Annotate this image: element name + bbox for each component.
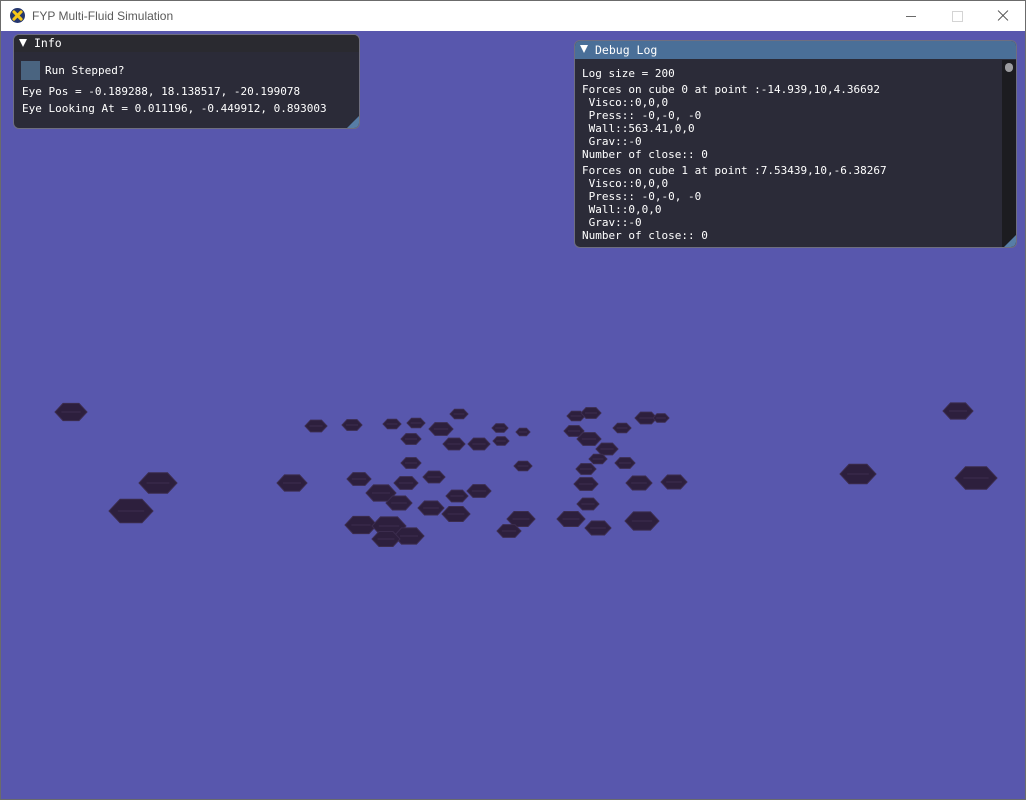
maximize-button[interactable]: [934, 1, 980, 31]
particle-cube: [393, 476, 419, 490]
particle-cube: [466, 484, 492, 498]
log-line: Log size = 200: [582, 67, 675, 80]
particle-cube: [442, 437, 466, 451]
particle-cube: [496, 524, 522, 538]
log-scrollbar[interactable]: [1002, 60, 1016, 247]
particle-cube: [942, 402, 974, 420]
log-line: Forces on cube 1 at point :7.53439,10,-6…: [582, 164, 887, 177]
log-line: Wall::563.41,0,0: [582, 122, 695, 135]
info-panel-title: Info: [34, 36, 62, 50]
particle-cube: [449, 408, 469, 420]
particle-cube: [588, 453, 608, 465]
particle-cube: [346, 472, 372, 486]
particle-cube: [400, 457, 422, 469]
particle-cube: [441, 506, 471, 522]
particle-cube: [614, 457, 636, 469]
close-button[interactable]: [980, 1, 1025, 31]
particle-cube: [54, 402, 88, 422]
particle-cube: [624, 511, 660, 531]
collapse-triangle-icon[interactable]: [580, 45, 588, 53]
title-bar[interactable]: FYP Multi-Fluid Simulation: [1, 1, 1025, 31]
minimize-button[interactable]: [888, 1, 934, 31]
info-panel[interactable]: Info Run Stepped? Eye Pos = -0.189288, 1…: [13, 34, 360, 129]
resize-grip[interactable]: [347, 116, 359, 128]
window-title: FYP Multi-Fluid Simulation: [32, 9, 174, 23]
log-line: Visco::0,0,0: [582, 96, 669, 109]
collapse-triangle-icon[interactable]: [19, 39, 27, 47]
log-line: Press:: -0,-0, -0: [582, 109, 702, 122]
particle-cube: [612, 422, 632, 434]
app-icon: [10, 8, 25, 23]
resize-grip[interactable]: [1004, 235, 1016, 247]
log-line: Number of close:: 0: [582, 148, 708, 161]
particle-cube: [417, 500, 445, 516]
debug-log-panel[interactable]: Debug Log Log size = 200 Forces on cube 0…: [574, 40, 1017, 248]
particle-cube: [515, 427, 531, 437]
particle-cube: [276, 474, 308, 492]
simulation-viewport[interactable]: Info Run Stepped? Eye Pos = -0.189288, 1…: [1, 31, 1025, 799]
particle-cube: [382, 418, 402, 430]
particle-cube: [556, 511, 586, 527]
particle-cube: [576, 432, 602, 446]
log-line: Grav::-0: [582, 216, 642, 229]
particle-cube: [580, 407, 602, 419]
log-line: Wall::0,0,0: [582, 203, 662, 216]
debug-panel-header[interactable]: Debug Log: [575, 41, 1016, 59]
log-line: Number of close:: 0: [582, 229, 708, 242]
particle-cube: [138, 472, 178, 494]
particle-cube: [304, 419, 328, 433]
info-panel-header[interactable]: Info: [14, 35, 359, 52]
particle-cube: [575, 463, 597, 475]
particle-cube: [445, 489, 469, 503]
particle-cube: [584, 520, 612, 536]
particle-cube: [491, 423, 509, 433]
log-line: Visco::0,0,0: [582, 177, 669, 190]
debug-panel-title: Debug Log: [595, 43, 658, 57]
particle-cube: [625, 475, 653, 491]
particle-cube: [467, 437, 491, 451]
particle-cube: [660, 474, 688, 490]
particle-cube: [492, 436, 510, 446]
particle-cube: [954, 466, 998, 490]
particle-cube: [385, 495, 413, 511]
eye-look-text: Eye Looking At = 0.011196, -0.449912, 0.…: [22, 102, 327, 115]
scrollbar-thumb[interactable]: [1005, 63, 1013, 72]
eye-pos-text: Eye Pos = -0.189288, 18.138517, -20.1990…: [22, 85, 301, 98]
particle-cube: [595, 442, 619, 456]
log-line: Press:: -0,-0, -0: [582, 190, 702, 203]
particle-cube: [652, 413, 670, 423]
run-stepped-label: Run Stepped?: [45, 64, 125, 77]
particle-cube: [573, 477, 599, 491]
particle-cube: [400, 433, 422, 445]
app-window: FYP Multi-Fluid Simulation Info Run Step…: [0, 0, 1026, 800]
particle-cube: [839, 463, 877, 485]
particle-cube: [576, 497, 600, 511]
log-line: Grav::-0: [582, 135, 642, 148]
particle-cube: [428, 422, 454, 436]
particle-cube: [513, 460, 533, 472]
particle-cube: [344, 515, 378, 535]
particle-cube: [422, 470, 446, 484]
run-stepped-checkbox[interactable]: [21, 61, 40, 80]
log-line: Forces on cube 0 at point :-14.939,10,4.…: [582, 83, 881, 96]
particle-cube: [341, 419, 363, 431]
particle-cube: [108, 498, 154, 524]
particle-cube: [406, 417, 426, 429]
